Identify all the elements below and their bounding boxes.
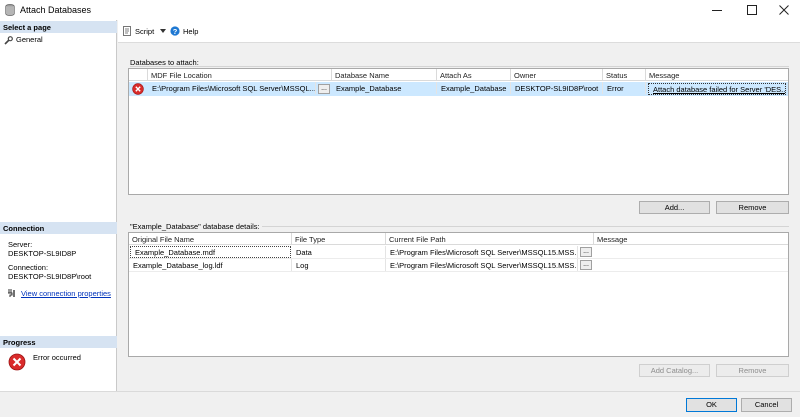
maximize-button[interactable] (735, 0, 769, 20)
owner-cell[interactable]: DESKTOP-SL9ID8P\root (511, 82, 603, 94)
table-row[interactable]: Example_Database.mdf Data E:\Program Fil… (129, 246, 788, 259)
browse-file-button[interactable]: ... (580, 247, 592, 257)
file-name-cell: Example_Database.mdf (130, 246, 291, 258)
connection-header: Connection (0, 222, 117, 234)
page-item-label: General (16, 35, 43, 44)
file-name-cell: Example_Database_log.ldf (129, 259, 292, 271)
close-icon (779, 5, 789, 15)
script-label: Script (135, 27, 155, 36)
database-details-caption: "Example_Database" database details: (130, 222, 260, 231)
page-item-general[interactable]: General (0, 34, 116, 46)
remove-details-button[interactable]: Remove (716, 364, 789, 377)
footer: OK Cancel (0, 391, 800, 417)
help-icon: ? (170, 26, 180, 36)
attach-as-cell[interactable]: Example_Database (437, 82, 511, 94)
ok-button[interactable]: OK (686, 398, 737, 412)
remove-button[interactable]: Remove (716, 201, 789, 214)
column-header-original-file-name[interactable]: Original File Name (129, 233, 292, 245)
attach-grid[interactable]: MDF File Location Database Name Attach A… (128, 68, 789, 195)
column-header-attach-as[interactable]: Attach As (437, 69, 511, 81)
progress-header: Progress (0, 336, 117, 348)
svg-text:?: ? (173, 27, 178, 36)
connection-value: DESKTOP-SL9ID8P\root (8, 272, 92, 281)
connection-properties-icon (8, 289, 15, 297)
help-button[interactable]: ? Help (170, 25, 206, 38)
server-value: DESKTOP-SL9ID8P (8, 249, 77, 258)
message-cell (594, 259, 788, 271)
close-button[interactable] (767, 0, 800, 20)
select-page-header: Select a page (0, 21, 117, 33)
database-name-cell: Example_Database (332, 82, 437, 94)
column-header-message[interactable]: Message (646, 69, 788, 81)
file-path-cell: E:\Program Files\Microsoft SQL Server\MS… (386, 246, 578, 258)
cancel-button[interactable]: Cancel (741, 398, 792, 412)
table-row[interactable]: Example_Database_log.ldf Log E:\Program … (129, 259, 788, 272)
chevron-down-icon (160, 29, 166, 33)
column-header-status[interactable]: Status (603, 69, 646, 81)
status-cell: Error (603, 82, 646, 94)
window-title: Attach Databases (20, 5, 92, 15)
maximize-icon (747, 5, 757, 15)
divider (130, 66, 789, 67)
column-header-file-type[interactable]: File Type (292, 233, 386, 245)
mdf-location-cell: E:\Program Files\Microsoft SQL Server\MS… (148, 82, 316, 94)
column-header-icon (129, 69, 148, 81)
divider (262, 226, 789, 227)
minimize-icon (712, 10, 722, 11)
script-button[interactable]: Script (122, 25, 168, 38)
title-bar: Attach Databases (0, 0, 800, 20)
column-header-mdf-location[interactable]: MDF File Location (148, 69, 332, 81)
table-row[interactable]: E:\Program Files\Microsoft SQL Server\MS… (129, 82, 788, 96)
column-header-owner[interactable]: Owner (511, 69, 603, 81)
connection-label: Connection: (8, 263, 49, 272)
file-type-cell: Data (292, 246, 386, 258)
toolbar: Script ? Help (118, 20, 800, 43)
browse-mdf-button[interactable]: ... (318, 84, 330, 94)
message-cell[interactable]: Attach database failed for Server 'DES..… (648, 83, 786, 95)
error-icon (8, 353, 26, 371)
database-icon (5, 4, 15, 16)
view-connection-properties-link[interactable]: View connection properties (21, 289, 111, 298)
server-label: Server: (8, 240, 33, 249)
message-cell (594, 246, 788, 258)
add-catalog-button[interactable]: Add Catalog... (639, 364, 710, 377)
add-button[interactable]: Add... (639, 201, 710, 214)
file-path-cell: E:\Program Files\Microsoft SQL Server\MS… (386, 259, 578, 271)
left-pane: Select a page General Connection Server:… (0, 20, 117, 391)
file-type-cell: Log (292, 259, 386, 271)
column-header-current-file-path[interactable]: Current File Path (386, 233, 594, 245)
column-header-message[interactable]: Message (594, 233, 788, 245)
details-grid[interactable]: Original File Name File Type Current Fil… (128, 232, 789, 357)
wrench-icon (4, 36, 13, 45)
script-icon (123, 26, 131, 36)
column-header-database-name[interactable]: Database Name (332, 69, 437, 81)
help-label: Help (183, 27, 199, 36)
minimize-button[interactable] (700, 0, 734, 20)
progress-status: Error occurred (33, 353, 81, 362)
browse-file-button[interactable]: ... (580, 260, 592, 270)
error-icon (132, 83, 144, 95)
